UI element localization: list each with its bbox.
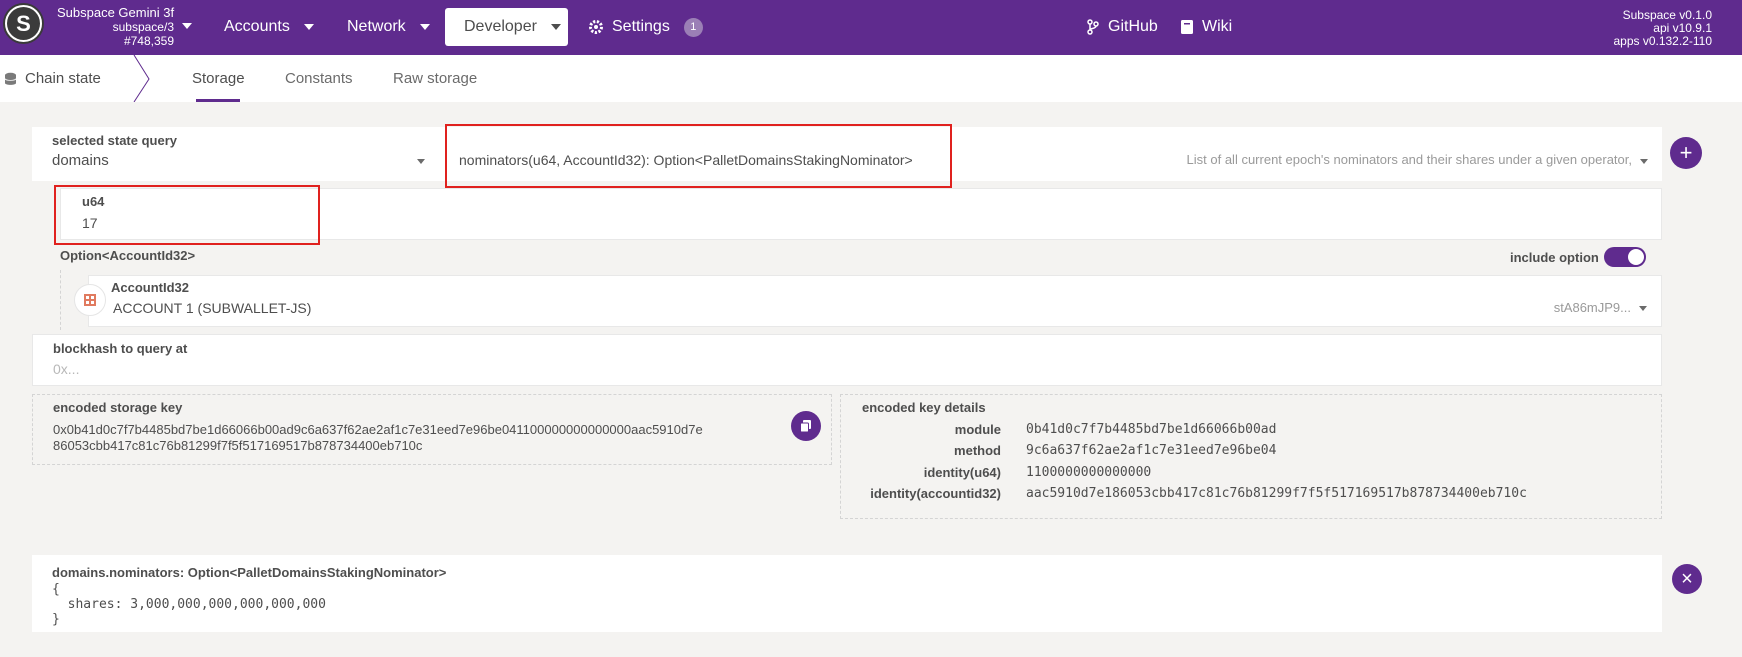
key-detail-key: identity(u64) <box>923 465 1001 480</box>
gear-icon <box>589 20 603 34</box>
github-branch-icon <box>1087 19 1099 35</box>
encoded-key-value: 0x0b41d0c7f7b4485bd7be1d66066b00ad9c6a63… <box>53 422 798 454</box>
chevron-down-icon[interactable] <box>1640 159 1648 164</box>
result-line: } <box>52 612 60 627</box>
include-option-label: include option <box>1510 250 1599 265</box>
key-detail-key: identity(accountid32) <box>870 486 1001 501</box>
version-info: Subspace v0.1.0 api v10.9.1 apps v0.132.… <box>1613 9 1712 48</box>
key-details-card: encoded key details module 0b41d0c7f7b44… <box>840 394 1662 519</box>
result-line: { <box>52 582 60 597</box>
blockhash-card: blockhash to query at 0x... <box>32 334 1662 386</box>
add-query-button[interactable]: + <box>1670 137 1702 169</box>
block-number: #748,359 <box>123 34 174 48</box>
top-bar: S Subspace Gemini 3f subspace/3 #748,359… <box>0 0 1742 55</box>
include-option-toggle[interactable] <box>1604 247 1646 267</box>
method-description: List of all current epoch's nominators a… <box>1186 152 1632 167</box>
key-detail-value: aac5910d7e186053cbb417c81c76b81299f7f5f5… <box>1026 486 1527 501</box>
account-label: AccountId32 <box>111 280 190 295</box>
result-value: { shares: 3,000,000,000,000,000,000} <box>52 582 326 627</box>
chevron-down-icon[interactable] <box>1639 306 1647 311</box>
key-detail-value: 9c6a637f62ae2af1c7e31eed7e96be04 <box>1026 443 1277 458</box>
wiki-link[interactable]: Wiki <box>1172 8 1240 46</box>
highlight-method <box>445 124 952 188</box>
tab-constants[interactable]: Constants <box>285 55 353 102</box>
key-details-label: encoded key details <box>862 400 986 415</box>
encoded-key-line-2: 86053cbb417c81c76b81299f7f5f517169517b87… <box>53 438 423 453</box>
subspace-logo-icon[interactable]: S <box>3 3 44 44</box>
version-apps: apps v0.132.2-110 <box>1613 34 1712 48</box>
query-result-card: domains.nominators: Option<PalletDomains… <box>32 555 1662 632</box>
chevron-down-icon[interactable] <box>417 159 425 164</box>
chevron-down-icon <box>419 24 430 30</box>
nav-developer[interactable]: Developer <box>445 8 568 46</box>
chain-spec: subspace/3 <box>112 20 174 34</box>
github-label: GitHub <box>1108 18 1158 35</box>
option-guide-line <box>60 270 62 330</box>
nav-accounts-label: Accounts <box>224 18 290 35</box>
result-line: shares: 3,000,000,000,000,000,000 <box>52 597 326 612</box>
book-icon <box>1181 20 1193 34</box>
key-detail-value: 0b41d0c7f7b4485bd7be1d66066b00ad <box>1026 422 1277 437</box>
nav-developer-label: Developer <box>464 18 537 35</box>
settings-badge: 1 <box>683 17 703 37</box>
chain-name: Subspace Gemini 3f <box>57 5 175 20</box>
nav-accounts[interactable]: Accounts <box>216 8 322 46</box>
copy-button[interactable] <box>791 411 821 441</box>
query-label: selected state query <box>52 133 178 148</box>
tab-storage[interactable]: Storage <box>192 55 245 102</box>
account-select[interactable]: ACCOUNT 1 (SUBWALLET-JS) <box>113 300 311 316</box>
nav-settings-label: Settings <box>612 18 670 35</box>
chain-selector[interactable]: Subspace Gemini 3f subspace/3 #748,359 <box>57 5 192 48</box>
blockhash-label: blockhash to query at <box>53 341 188 356</box>
chevron-down-icon <box>182 23 192 29</box>
sub-navigation: Chain state Storage Constants Raw storag… <box>0 55 1742 102</box>
encoded-key-label: encoded storage key <box>53 400 183 415</box>
key-detail-key: module <box>954 422 1001 437</box>
option-label: Option<AccountId32> <box>60 248 196 263</box>
nav-network-label: Network <box>347 18 406 35</box>
account-identicon-icon <box>74 284 106 316</box>
highlight-u64 <box>54 185 320 245</box>
active-tab-indicator <box>196 99 240 102</box>
result-label: domains.nominators: Option<PalletDomains… <box>52 565 447 580</box>
chevron-down-icon <box>550 24 561 30</box>
chevron-down-icon <box>303 24 314 30</box>
key-detail-key: method <box>954 443 1001 458</box>
account-param-card: AccountId32 ACCOUNT 1 (SUBWALLET-JS) stA… <box>88 275 1662 327</box>
module-select[interactable]: domains <box>52 152 109 169</box>
blockhash-input[interactable]: 0x... <box>53 361 79 377</box>
encoded-key-line-1: 0x0b41d0c7f7b4485bd7be1d66066b00ad9c6a63… <box>53 422 703 437</box>
database-icon <box>4 72 17 85</box>
github-link[interactable]: GitHub <box>1078 8 1166 46</box>
section-title: Chain state <box>4 55 101 102</box>
account-address: stA86mJP9... <box>1553 300 1631 315</box>
key-detail-value: 1100000000000000 <box>1026 465 1152 480</box>
remove-result-button[interactable]: × <box>1672 564 1702 594</box>
copy-icon <box>800 420 811 433</box>
breadcrumb-divider <box>133 55 150 102</box>
section-title-label: Chain state <box>25 70 101 87</box>
nav-network[interactable]: Network <box>339 8 438 46</box>
wiki-label: Wiki <box>1202 18 1233 35</box>
nav-settings[interactable]: Settings 1 <box>580 8 711 46</box>
encoded-key-card: encoded storage key 0x0b41d0c7f7b4485bd7… <box>32 394 832 465</box>
tab-raw-storage[interactable]: Raw storage <box>393 55 477 102</box>
